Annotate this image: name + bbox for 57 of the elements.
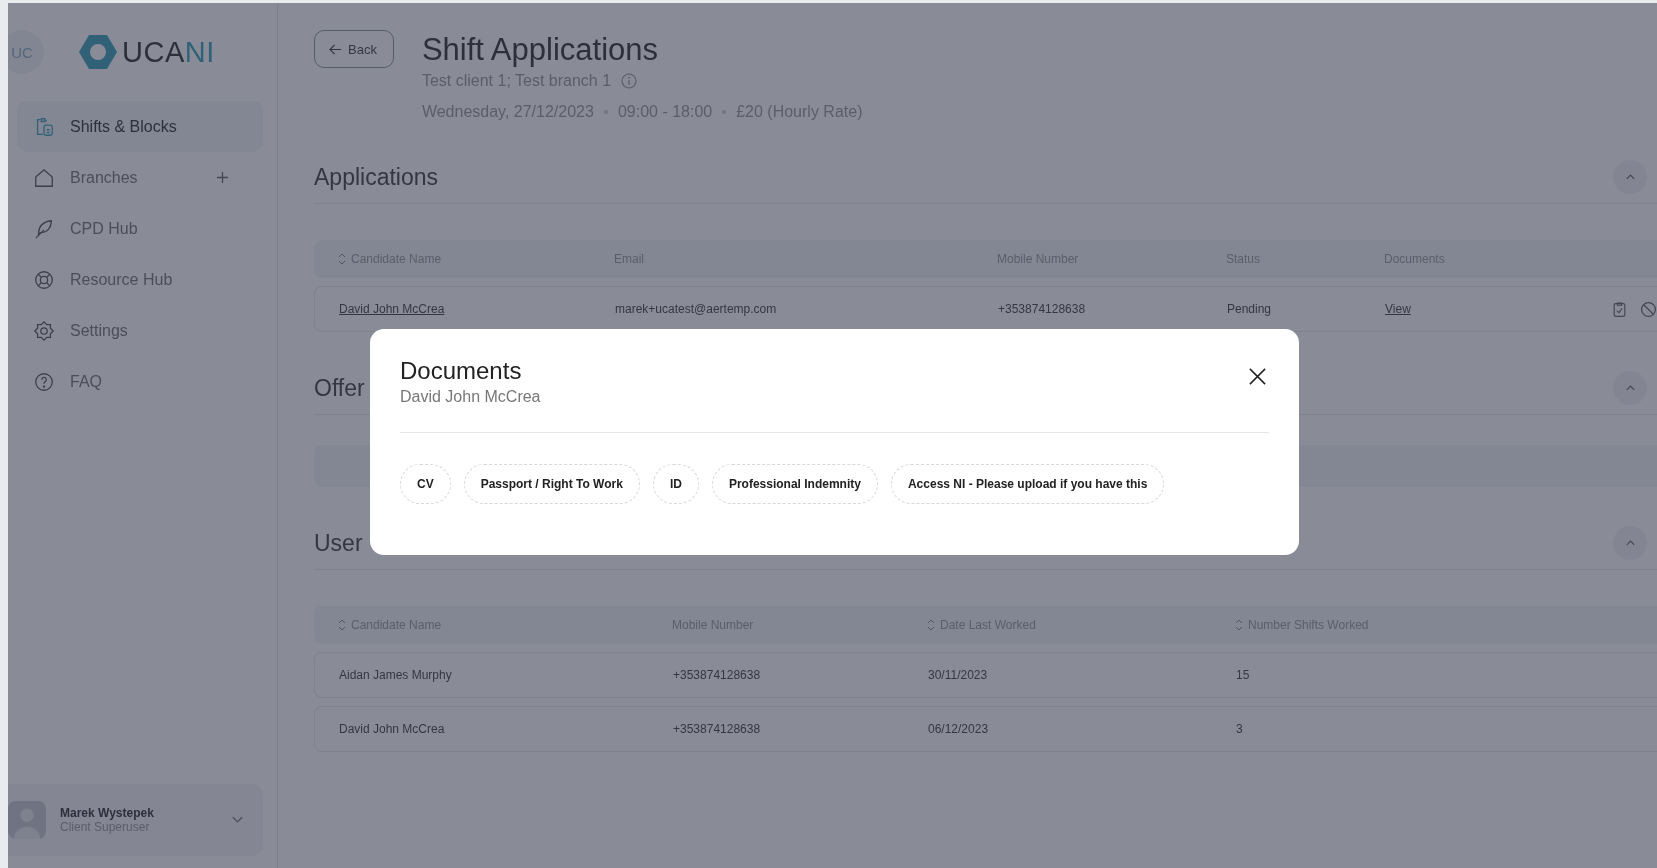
chevron-icon <box>1624 173 1636 181</box>
chevron-icon <box>1624 384 1636 392</box>
table-cell-text: 30/11/2023 <box>928 668 989 682</box>
document-chip[interactable]: CV <box>400 464 451 504</box>
lifebuoy-icon <box>33 268 55 291</box>
table-cell-text: 15 <box>1236 668 1251 682</box>
sidebar-item[interactable]: Shifts & Blocks <box>17 101 263 152</box>
section-title: User <box>314 529 363 557</box>
sidebar-item[interactable]: CPD Hub <box>17 203 263 254</box>
dialog-subtitle: David John McCrea <box>400 388 541 406</box>
settings-icon <box>33 319 55 342</box>
hexagon-logo-icon <box>78 32 118 72</box>
table-cell-text: David John McCrea <box>339 722 446 736</box>
page-title: Shift Applications <box>421 32 659 68</box>
document-chip[interactable]: Professional Indemnity <box>711 464 878 504</box>
collapse-button[interactable] <box>1613 526 1647 560</box>
table-cell-text: +353874128638 <box>673 668 762 682</box>
sidebar-item[interactable]: Branches <box>17 152 263 203</box>
sidebar-item[interactable]: Resource Hub <box>17 254 263 305</box>
document-chip[interactable]: Passport / Right To Work <box>463 464 640 504</box>
sidebar-item[interactable]: FAQ <box>17 356 263 407</box>
avatar-silhouette-icon <box>8 798 46 842</box>
sidebar-item[interactable]: Settings <box>17 305 263 356</box>
candidate-link[interactable]: David John McCrea <box>339 302 615 316</box>
document-chip[interactable]: ID <box>652 464 699 504</box>
table-cell-text: Pending <box>1227 302 1273 316</box>
clipboard-check-icon[interactable] <box>1611 300 1628 318</box>
table-cell-text: 06/12/2023 <box>928 722 990 736</box>
info-icon[interactable] <box>621 73 638 89</box>
document-chip[interactable]: Access NI - Please upload if you have this <box>890 464 1165 504</box>
chevron-icon <box>1624 539 1636 547</box>
ban-icon[interactable] <box>1640 300 1657 318</box>
user-name: Marek Wystepek <box>60 806 155 820</box>
chevron-down-icon <box>232 816 243 824</box>
collapse-button[interactable] <box>1613 371 1647 405</box>
arrow-left-icon <box>329 43 342 55</box>
add-icon[interactable] <box>216 171 229 184</box>
house-icon <box>33 166 55 189</box>
table-cell-text: marek+ucatest@aertemp.com <box>615 302 778 316</box>
table-cell-text: Aidan James Murphy <box>339 668 453 682</box>
logo-text: UCANI <box>122 35 215 69</box>
close-icon[interactable] <box>1248 367 1267 386</box>
view-link[interactable]: View <box>1385 302 1605 316</box>
help-icon <box>33 370 55 393</box>
dialog-title: Documents <box>400 357 523 385</box>
back-button[interactable]: Back <box>314 30 394 68</box>
sort-icon[interactable] <box>338 253 346 265</box>
section-title: Offer <box>314 374 365 402</box>
collapse-button[interactable] <box>1613 160 1647 194</box>
table-cell-text: +353874128638 <box>673 722 762 736</box>
section-title: Applications <box>314 163 439 191</box>
sort-icon[interactable] <box>1235 619 1243 631</box>
feather-icon <box>33 217 55 240</box>
sort-icon[interactable] <box>338 619 346 631</box>
sort-icon[interactable] <box>927 619 935 631</box>
table-cell-text: 3 <box>1236 722 1244 736</box>
table-cell-text: +353874128638 <box>998 302 1087 316</box>
